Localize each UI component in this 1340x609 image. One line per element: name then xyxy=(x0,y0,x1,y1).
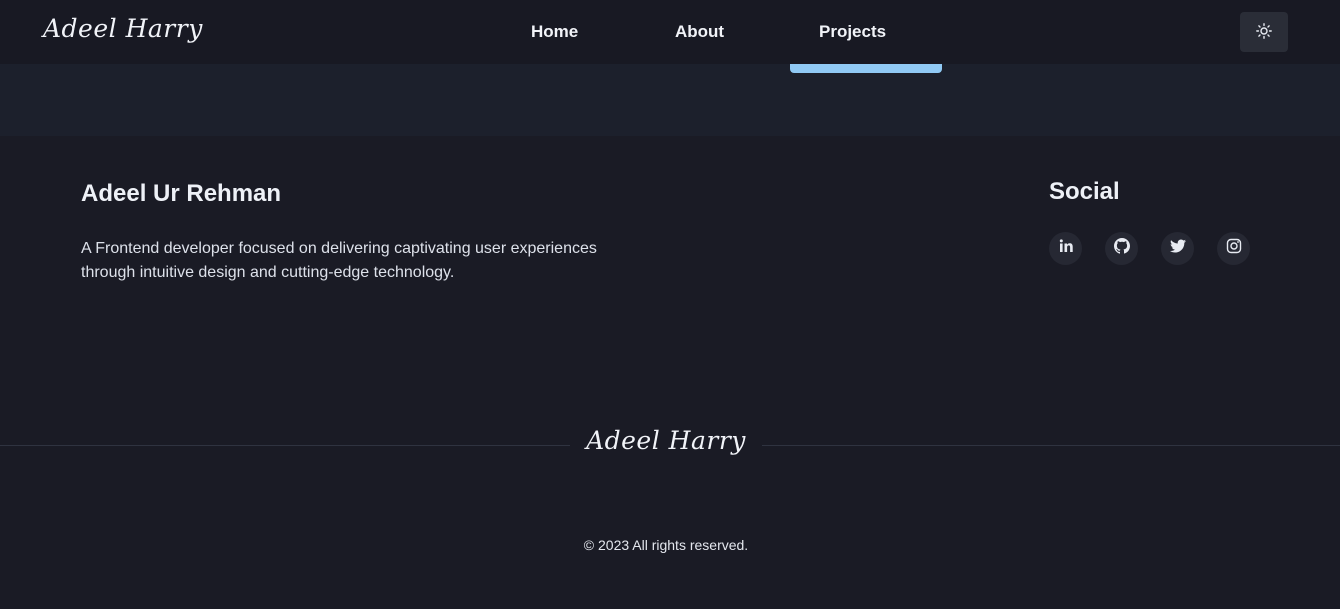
brand-logo[interactable]: Adeel Harry xyxy=(43,14,203,43)
footer-divider-right xyxy=(762,445,1340,446)
theme-toggle-button[interactable] xyxy=(1240,12,1288,52)
instagram-icon xyxy=(1226,238,1242,259)
linkedin-link[interactable] xyxy=(1049,232,1082,265)
twitter-link[interactable] xyxy=(1161,232,1194,265)
social-title: Social xyxy=(1049,178,1120,205)
footer-description: A Frontend developer focused on deliveri… xyxy=(81,240,597,281)
nav-projects[interactable]: Projects xyxy=(819,22,886,42)
github-link[interactable] xyxy=(1105,232,1138,265)
navbar: Adeel Harry Home About Projects xyxy=(0,0,1340,64)
twitter-icon xyxy=(1169,238,1186,259)
linkedin-icon xyxy=(1058,238,1074,259)
footer-name: Adeel Ur Rehman xyxy=(81,180,282,207)
instagram-link[interactable] xyxy=(1217,232,1250,265)
footer-brand-logo[interactable]: Adeel Harry xyxy=(570,426,762,455)
copyright-text: © 2023 All rights reserved. xyxy=(583,537,749,553)
nav-about[interactable]: About xyxy=(675,22,724,42)
sun-icon xyxy=(1256,22,1272,42)
github-icon xyxy=(1113,238,1130,259)
footer-divider-left xyxy=(0,445,570,446)
nav-home[interactable]: Home xyxy=(531,22,578,42)
cta-button-edge[interactable] xyxy=(790,64,942,73)
section-bottom-strip xyxy=(0,64,1340,136)
